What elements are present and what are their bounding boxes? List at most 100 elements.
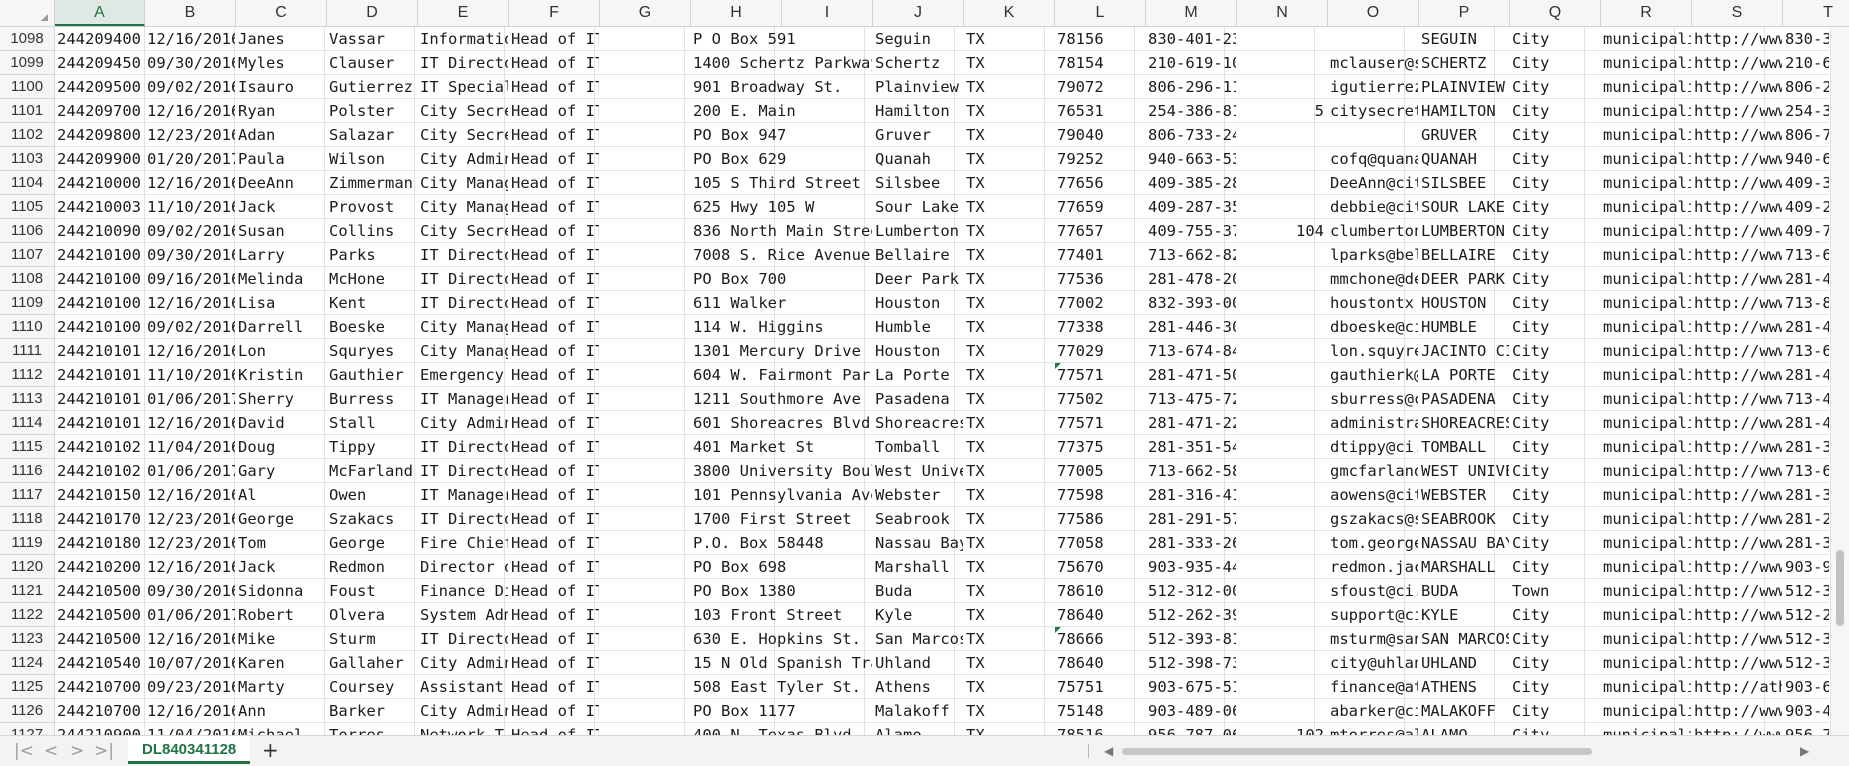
- cell-m[interactable]: 903-489-0699: [1146, 699, 1236, 723]
- column-header-t[interactable]: T: [1783, 0, 1849, 26]
- cell-f[interactable]: Head of IT: [509, 195, 599, 219]
- cell-e[interactable]: City Manager: [418, 315, 508, 339]
- cell-l[interactable]: 77657: [1055, 219, 1145, 243]
- row-header[interactable]: 1119: [0, 531, 54, 555]
- cell-h[interactable]: 200 E. Main: [691, 99, 872, 123]
- cell-b[interactable]: 12/23/2016: [145, 123, 235, 147]
- row-header[interactable]: 1102: [0, 123, 54, 147]
- row-header[interactable]: 1103: [0, 147, 54, 171]
- cell-k[interactable]: TX: [964, 603, 1054, 627]
- column-header-c[interactable]: C: [236, 0, 327, 26]
- cell-h[interactable]: 1211 Southmore Ave: [691, 387, 872, 411]
- cell-c[interactable]: Lisa: [236, 291, 326, 315]
- cell-c[interactable]: Sidonna: [236, 579, 326, 603]
- cell-f[interactable]: Head of IT: [509, 723, 599, 735]
- cell-a[interactable]: 244210170: [55, 507, 144, 531]
- column-header-q[interactable]: Q: [1510, 0, 1601, 26]
- cell-s[interactable]: http://www: [1692, 51, 1782, 75]
- cell-r[interactable]: municipality: [1601, 99, 1691, 123]
- row-header[interactable]: 1117: [0, 483, 54, 507]
- cell-m[interactable]: 512-262-3929: [1146, 603, 1236, 627]
- cell-r[interactable]: municipality: [1601, 435, 1691, 459]
- cell-p[interactable]: ATHENS: [1419, 675, 1509, 699]
- cell-j[interactable]: Houston: [873, 339, 963, 363]
- cell-h[interactable]: 101 Pennsylvania Ave: [691, 483, 872, 507]
- cell-m[interactable]: 832-393-0009: [1146, 291, 1236, 315]
- scroll-right-icon[interactable]: ▶: [1800, 742, 1809, 760]
- cell-o[interactable]: lon.squyre: [1328, 339, 1418, 363]
- cell-d[interactable]: Gauthier: [327, 363, 417, 387]
- cell-d[interactable]: Coursey: [327, 675, 417, 699]
- cell-c[interactable]: David: [236, 411, 326, 435]
- cell-o[interactable]: dboeske@ci: [1328, 315, 1418, 339]
- cell-f[interactable]: Head of IT: [509, 291, 599, 315]
- cell-a[interactable]: 244209900: [55, 147, 144, 171]
- cell-k[interactable]: TX: [964, 675, 1054, 699]
- cell-q[interactable]: City: [1510, 531, 1600, 555]
- cell-e[interactable]: City Admin: [418, 699, 508, 723]
- cell-h[interactable]: 1301 Mercury Drive: [691, 339, 872, 363]
- cell-p[interactable]: SCHERTZ: [1419, 51, 1509, 75]
- cell-q[interactable]: City: [1510, 507, 1600, 531]
- cell-c[interactable]: Adan: [236, 123, 326, 147]
- cell-d[interactable]: Olvera: [327, 603, 417, 627]
- cell-d[interactable]: Sturm: [327, 627, 417, 651]
- cell-q[interactable]: City: [1510, 387, 1600, 411]
- cell-q[interactable]: City: [1510, 27, 1600, 51]
- cell-t[interactable]: 281-291: [1783, 507, 1829, 531]
- row-header[interactable]: 1111: [0, 339, 54, 363]
- cell-c[interactable]: Kristin: [236, 363, 326, 387]
- cell-r[interactable]: municipality: [1601, 339, 1691, 363]
- cell-s[interactable]: http://www: [1692, 699, 1782, 723]
- row-header[interactable]: 1121: [0, 579, 54, 603]
- cell-o[interactable]: gmcfarland: [1328, 459, 1418, 483]
- cell-s[interactable]: http://www: [1692, 387, 1782, 411]
- cell-f[interactable]: Head of IT: [509, 387, 599, 411]
- cell-r[interactable]: municipality: [1601, 291, 1691, 315]
- cell-h[interactable]: PO Box 1177: [691, 699, 872, 723]
- cell-p[interactable]: DEER PARK: [1419, 267, 1509, 291]
- cell-c[interactable]: Myles: [236, 51, 326, 75]
- cell-a[interactable]: 244210540: [55, 651, 144, 675]
- add-sheet-button[interactable]: +: [262, 738, 279, 762]
- cell-m[interactable]: 512-393-8111: [1146, 627, 1236, 651]
- cell-a[interactable]: 244210500: [55, 579, 144, 603]
- cell-m[interactable]: 956-787-06: [1146, 723, 1236, 735]
- column-header-j[interactable]: J: [873, 0, 964, 26]
- cell-f[interactable]: Head of IT: [509, 483, 599, 507]
- cell-k[interactable]: TX: [964, 363, 1054, 387]
- cell-p[interactable]: NASSAU BAY: [1419, 531, 1509, 555]
- cell-e[interactable]: City Manager: [418, 171, 508, 195]
- cell-j[interactable]: San Marcos: [873, 627, 963, 651]
- cell-k[interactable]: TX: [964, 579, 1054, 603]
- cell-o[interactable]: DeeAnn@cit: [1328, 171, 1418, 195]
- cell-j[interactable]: Bellaire: [873, 243, 963, 267]
- cell-d[interactable]: Gallaher: [327, 651, 417, 675]
- cell-s[interactable]: http://www: [1692, 531, 1782, 555]
- cell-a[interactable]: 244210100: [55, 267, 144, 291]
- cell-b[interactable]: 12/16/2016: [145, 555, 235, 579]
- cell-a[interactable]: 244210700: [55, 675, 144, 699]
- cell-d[interactable]: Clauser: [327, 51, 417, 75]
- cell-o[interactable]: finance@at: [1328, 675, 1418, 699]
- cell-m[interactable]: 903-935-4470: [1146, 555, 1236, 579]
- row-header[interactable]: 1122: [0, 603, 54, 627]
- cell-t[interactable]: 940-663: [1783, 147, 1829, 171]
- cell-f[interactable]: Head of IT: [509, 51, 599, 75]
- cell-r[interactable]: municipality: [1601, 579, 1691, 603]
- column-header-m[interactable]: M: [1146, 0, 1237, 26]
- cell-e[interactable]: City Manager: [418, 195, 508, 219]
- cell-q[interactable]: City: [1510, 435, 1600, 459]
- row-header[interactable]: 1120: [0, 555, 54, 579]
- cell-q[interactable]: City: [1510, 267, 1600, 291]
- column-header-i[interactable]: I: [782, 0, 873, 26]
- cell-m[interactable]: 713-662-5890: [1146, 459, 1236, 483]
- cell-f[interactable]: Head of IT: [509, 651, 599, 675]
- cell-m[interactable]: 713-674-8424: [1146, 339, 1236, 363]
- cell-o[interactable]: redmon.jac: [1328, 555, 1418, 579]
- cell-j[interactable]: West University: [873, 459, 963, 483]
- cell-h[interactable]: P.O. Box 58448: [691, 531, 872, 555]
- cell-a[interactable]: 244210101: [55, 411, 144, 435]
- cell-d[interactable]: George: [327, 531, 417, 555]
- first-sheet-icon[interactable]: |<: [14, 741, 34, 761]
